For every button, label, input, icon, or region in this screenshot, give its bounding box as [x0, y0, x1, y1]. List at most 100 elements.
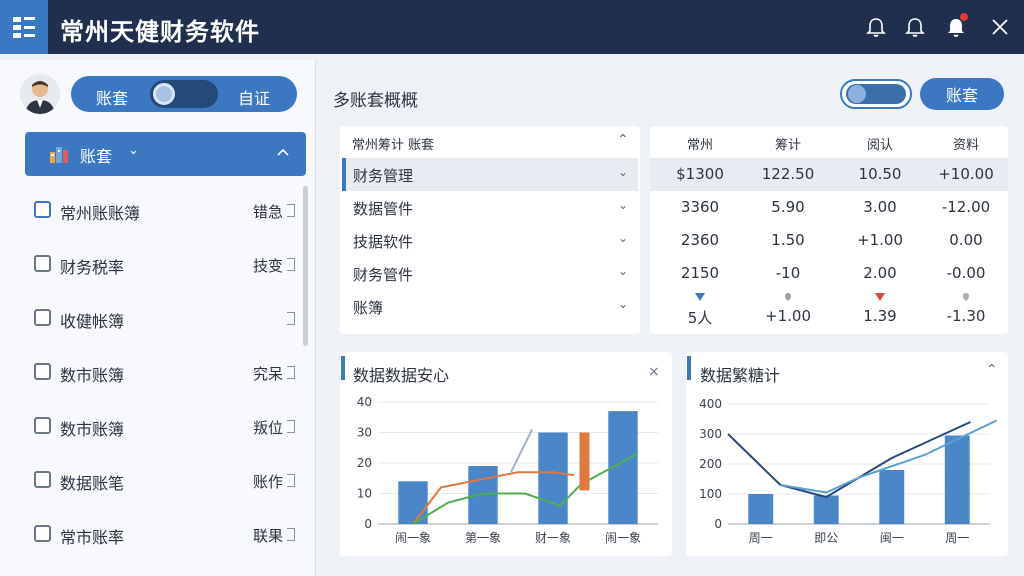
item-checkbox[interactable]	[34, 201, 51, 218]
main-view-toggle[interactable]	[840, 79, 912, 109]
notification-bell-icon[interactable]	[864, 15, 888, 39]
table-cell: 2150	[680, 264, 720, 282]
bar	[538, 432, 568, 524]
sidebar-item-status: 错急	[252, 203, 283, 221]
sidebar-item-label: 数据账笔	[60, 474, 125, 493]
close-icon[interactable]: ×	[648, 364, 660, 380]
table-row[interactable]: 2360 1.50 +1.00 0.00	[650, 224, 1008, 257]
table-cell: 122.50	[761, 165, 815, 183]
chevron-down-icon[interactable]: ⌄	[618, 264, 628, 278]
item-checkbox[interactable]	[34, 471, 51, 488]
table-cell: -0.00	[946, 264, 986, 282]
chevron-up-icon[interactable]: ⌃	[986, 362, 998, 378]
table-row[interactable]: 3360 5.90 3.00 -12.00	[650, 191, 1008, 224]
table-cell: +1.00	[857, 231, 903, 249]
y-tick-label: 10	[357, 487, 372, 501]
bar	[944, 435, 970, 524]
column-header[interactable]: 阅认	[867, 134, 893, 153]
table-cell: 1.50	[771, 231, 805, 249]
y-tick-label: 300	[699, 427, 722, 441]
close-icon[interactable]	[988, 15, 1012, 39]
chevron-up-icon[interactable]: ⌃	[617, 132, 629, 148]
table-row[interactable]: 账簿 ⌄	[342, 290, 638, 323]
bar-line-chart-1: 0 10 20 30 40 闹一象 第一象 财一象 闹一象	[357, 395, 658, 545]
item-checkbox[interactable]	[34, 363, 51, 380]
item-checkbox[interactable]	[34, 417, 51, 434]
table-cell: -12.00	[941, 198, 991, 216]
item-checkbox[interactable]	[34, 525, 51, 542]
table-row[interactable]: 数据管件 ⌄	[342, 191, 638, 224]
bar-line-chart-2: 0 100 200 300 400 周一 即公 闽一 周一	[699, 397, 997, 545]
column-header[interactable]: 筹计	[775, 134, 801, 153]
bracket-icon	[287, 420, 295, 433]
triangle-down-icon	[875, 293, 885, 301]
sidebar-item[interactable]: 数市账簿 究呆	[25, 352, 301, 392]
chevron-down-icon[interactable]: ⌄	[618, 231, 628, 245]
bar	[813, 495, 839, 524]
chevron-down-icon[interactable]: ⌄	[618, 165, 628, 179]
page-title: 多账套概概	[333, 91, 418, 111]
table-cell: 1.39	[863, 307, 897, 325]
table-row[interactable]: 财务管理 ⌄	[342, 158, 638, 191]
series-line	[727, 421, 971, 499]
table-cell: -10	[775, 264, 801, 282]
bracket-icon	[287, 474, 295, 487]
table-row[interactable]: 2150 -10 2.00 -0.00	[650, 257, 1008, 290]
alert-bell-icon[interactable]	[903, 15, 927, 39]
account-set-dropdown[interactable]: ⌄	[25, 132, 306, 176]
bar	[879, 470, 905, 524]
series-line	[412, 453, 638, 525]
user-avatar-icon	[20, 74, 60, 114]
sidebar-scrollbar[interactable]	[303, 186, 308, 346]
toggle-knob	[153, 83, 175, 105]
chevron-down-icon[interactable]: ⌄	[618, 297, 628, 311]
item-checkbox[interactable]	[34, 309, 51, 326]
x-tick-label: 周一	[945, 531, 969, 545]
sidebar-item-status: 究呆	[252, 365, 283, 383]
chart-title: 数据繁糖计	[700, 366, 781, 385]
item-checkbox[interactable]	[34, 255, 51, 272]
app-logo-icon[interactable]	[0, 0, 48, 54]
account-mode-toggle[interactable]	[150, 80, 218, 108]
table-row[interactable]: 财务管件 ⌄	[342, 257, 638, 290]
account-header-label: 账套	[80, 147, 113, 166]
table-cell: 0.00	[949, 231, 983, 249]
sidebar-item-status: 账作	[252, 473, 283, 491]
series-line	[510, 429, 533, 473]
unread-bell-icon[interactable]	[944, 13, 968, 39]
bracket-icon	[287, 312, 295, 325]
column-header[interactable]: 常州	[687, 134, 713, 153]
bracket-icon	[287, 258, 295, 271]
y-tick-label: 30	[357, 426, 372, 440]
sidebar-item[interactable]: 常州账账簿 错急	[25, 190, 301, 230]
table-cell: $1300	[676, 165, 724, 183]
sidebar-item-status: 联果	[252, 527, 283, 545]
table-row[interactable]: 技据软件 ⌄	[342, 224, 638, 257]
drop-icon	[963, 293, 969, 301]
chart-title-accent	[687, 356, 691, 380]
sidebar-item-label: 常市账率	[60, 528, 125, 547]
sidebar-item[interactable]: 数据账笔 账作	[25, 460, 301, 500]
y-tick-label: 100	[699, 487, 722, 501]
x-tick-label: 第一象	[465, 531, 501, 545]
sidebar-item[interactable]: 数市账簿 叛位	[25, 406, 301, 446]
chevron-up-icon[interactable]	[277, 148, 289, 156]
y-tick-label: 40	[357, 395, 372, 409]
table-cell: -1.30	[946, 307, 986, 325]
table-row[interactable]: 5人 +1.00 1.39 -1.30	[650, 300, 1008, 333]
account-set-button[interactable]: 账套	[920, 78, 1004, 110]
bracket-icon	[287, 366, 295, 379]
chevron-down-icon[interactable]: ⌄	[618, 198, 628, 212]
table-row[interactable]: $1300 122.50 10.50 +10.00	[650, 158, 1008, 191]
sidebar-item[interactable]: 收健帐簿	[25, 298, 301, 338]
avatar[interactable]	[20, 74, 60, 114]
sidebar-item-label: 财务税率	[60, 258, 125, 277]
y-tick-label: 0	[714, 517, 722, 531]
building-chart-icon	[50, 147, 68, 163]
y-tick-label: 20	[357, 456, 372, 470]
column-header[interactable]: 资料	[953, 134, 979, 153]
sidebar-item-label: 收健帐簿	[60, 312, 125, 331]
sidebar-item[interactable]: 财务税率 技变	[25, 244, 301, 284]
bracket-icon	[287, 204, 295, 217]
sidebar-item[interactable]: 常市账率 联果	[25, 514, 301, 554]
